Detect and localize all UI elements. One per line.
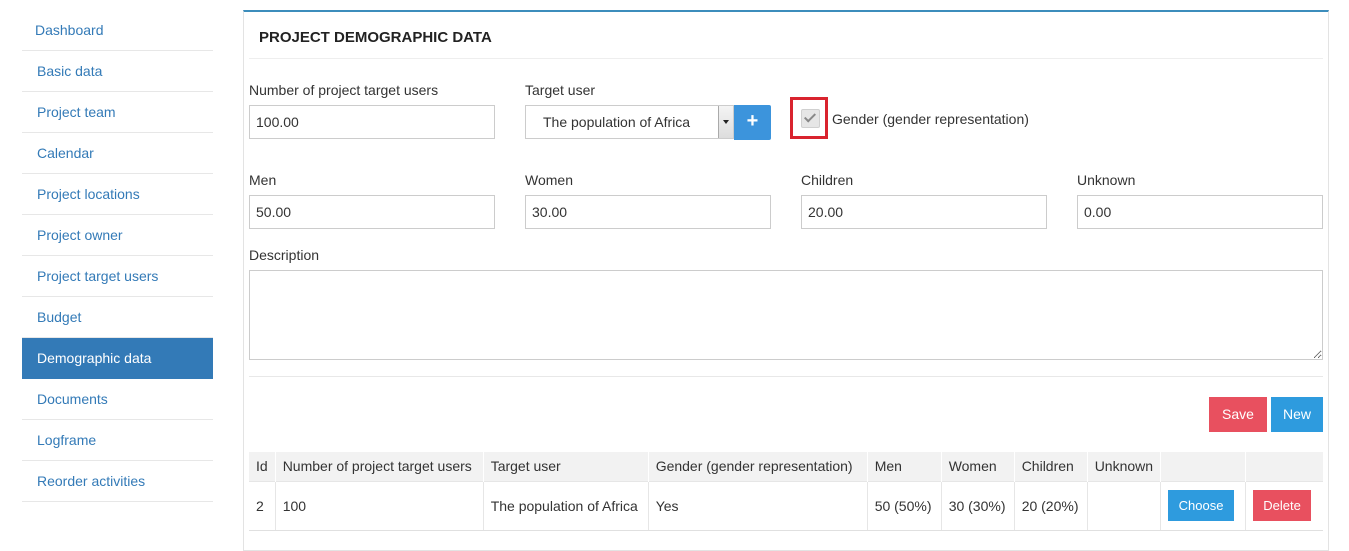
sidebar-item-calendar[interactable]: Calendar	[22, 133, 213, 174]
target-user-label: Target user	[525, 82, 596, 98]
cell-unknown	[1087, 480, 1162, 531]
sidebar-nav: Dashboard Basic data Project team Calend…	[22, 10, 213, 502]
gender-label: Gender (gender representation)	[832, 111, 1029, 127]
cell-women: 30 (30%)	[941, 480, 1015, 531]
description-textarea[interactable]	[249, 270, 1323, 360]
sidebar-item-budget[interactable]: Budget	[22, 297, 213, 338]
new-button[interactable]: New	[1271, 397, 1323, 432]
sidebar-item-demographic-data[interactable]: Demographic data	[22, 338, 213, 379]
column-header-id: Id	[249, 452, 276, 481]
target-user-selected-value: The population of Africa	[543, 114, 691, 130]
cell-delete: Delete	[1245, 480, 1323, 531]
description-label: Description	[249, 247, 320, 263]
column-header-children: Children	[1014, 452, 1088, 481]
table-row: 2 100 The population of Africa Yes 50 (5…	[249, 480, 1323, 531]
sidebar-item-project-target-users[interactable]: Project target users	[22, 256, 213, 297]
column-header-men: Men	[867, 452, 942, 481]
title-divider	[249, 58, 1323, 59]
sidebar-item-logframe[interactable]: Logframe	[22, 420, 213, 461]
unknown-label: Unknown	[1077, 172, 1136, 188]
sidebar-item-reorder-activities[interactable]: Reorder activities	[22, 461, 213, 502]
sidebar-item-documents[interactable]: Documents	[22, 379, 213, 420]
dropdown-arrow-icon[interactable]	[718, 106, 733, 138]
gender-checkbox[interactable]	[801, 109, 820, 128]
save-button[interactable]: Save	[1209, 397, 1267, 432]
demographic-data-table: Id Number of project target users Target…	[249, 452, 1323, 531]
checkmark-icon	[803, 110, 817, 123]
cell-men: 50 (50%)	[867, 480, 942, 531]
men-input[interactable]: 50.00	[249, 195, 495, 229]
add-target-user-button[interactable]: +	[734, 105, 771, 140]
sidebar-item-project-team[interactable]: Project team	[22, 92, 213, 133]
men-label: Men	[249, 172, 277, 188]
column-header-choose-action	[1160, 452, 1247, 481]
children-input[interactable]: 20.00	[801, 195, 1047, 229]
num-users-input[interactable]: 100.00	[249, 105, 495, 139]
cell-id: 2	[249, 480, 276, 531]
form-divider	[249, 376, 1323, 377]
cell-gender: Yes	[648, 480, 868, 531]
column-header-unknown: Unknown	[1087, 452, 1162, 481]
women-input[interactable]: 30.00	[525, 195, 771, 229]
demographic-data-panel: PROJECT DEMOGRAPHIC DATA Number of proje…	[243, 10, 1329, 551]
cell-num-users: 100	[275, 480, 484, 531]
column-header-num-users: Number of project target users	[275, 452, 484, 481]
unknown-input[interactable]: 0.00	[1077, 195, 1323, 229]
cell-choose: Choose	[1160, 480, 1247, 531]
column-header-women: Women	[941, 452, 1015, 481]
table-header-row: Id Number of project target users Target…	[249, 452, 1323, 481]
num-users-label: Number of project target users	[249, 82, 439, 98]
sidebar-item-dashboard[interactable]: Dashboard	[22, 10, 213, 51]
column-header-target-user: Target user	[483, 452, 649, 481]
sidebar-item-basic-data[interactable]: Basic data	[22, 51, 213, 92]
children-label: Children	[801, 172, 854, 188]
cell-target-user: The population of Africa	[483, 480, 649, 531]
delete-button[interactable]: Delete	[1253, 490, 1312, 521]
sidebar-item-project-locations[interactable]: Project locations	[22, 174, 213, 215]
column-header-gender: Gender (gender representation)	[648, 452, 868, 481]
women-label: Women	[525, 172, 573, 188]
choose-button[interactable]: Choose	[1168, 490, 1235, 521]
target-user-select[interactable]: The population of Africa	[525, 105, 734, 139]
column-header-delete-action	[1245, 452, 1323, 481]
page-title: PROJECT DEMOGRAPHIC DATA	[259, 29, 492, 46]
sidebar-item-project-owner[interactable]: Project owner	[22, 215, 213, 256]
cell-children: 20 (20%)	[1014, 480, 1088, 531]
